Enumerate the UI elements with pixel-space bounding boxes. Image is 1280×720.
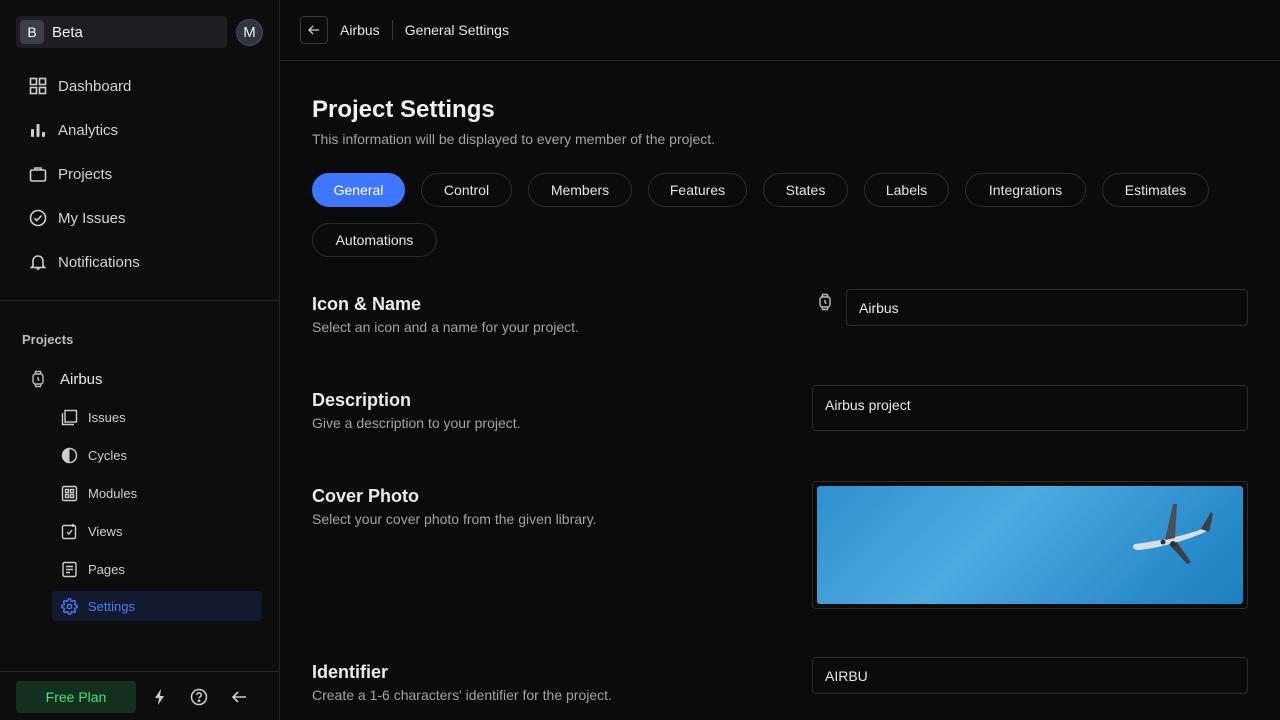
icon-name-title: Icon & Name bbox=[312, 294, 422, 314]
sidebar-item-label: Settings bbox=[88, 598, 135, 614]
tab-members[interactable]: Members bbox=[528, 173, 632, 207]
gear-icon bbox=[60, 597, 78, 615]
nav-label: Notifications bbox=[58, 253, 140, 271]
breadcrumb-page: General Settings bbox=[404, 22, 509, 38]
sidebar-item-label: Views bbox=[88, 523, 123, 539]
workspace-row: B Beta M bbox=[16, 16, 264, 48]
tab-features[interactable]: Features bbox=[648, 173, 747, 207]
identifier-input[interactable]: AIRBU bbox=[812, 657, 1248, 694]
sidebar-footer: Free Plan bbox=[0, 671, 279, 720]
nav-projects[interactable]: Projects bbox=[16, 152, 264, 196]
arrow-left-icon bbox=[308, 25, 319, 35]
cover-photo-picker[interactable] bbox=[812, 481, 1248, 609]
sidebar-item-settings[interactable]: Settings bbox=[52, 591, 262, 621]
cover-photo-image bbox=[817, 486, 1243, 604]
back-button[interactable] bbox=[300, 16, 328, 44]
airplane-icon bbox=[1132, 504, 1213, 564]
icon-name-subtitle: Select an icon and a name for your proje… bbox=[312, 319, 579, 335]
nav-label: Dashboard bbox=[58, 77, 132, 95]
tab-labels[interactable]: Labels bbox=[864, 173, 949, 207]
nav-label: Analytics bbox=[58, 121, 119, 139]
description-title: Description bbox=[312, 390, 412, 410]
nav-label: My Issues bbox=[58, 209, 126, 227]
project-airbus[interactable]: Airbus bbox=[28, 368, 103, 390]
tab-automations[interactable]: Automations bbox=[312, 223, 437, 257]
tab-states[interactable]: States bbox=[763, 173, 848, 207]
contrast-icon bbox=[60, 446, 78, 464]
user-avatar[interactable]: M bbox=[236, 18, 263, 46]
description-subtitle: Give a description to your project. bbox=[312, 415, 521, 431]
projects-heading: Projects bbox=[22, 332, 74, 347]
identifier-subtitle: Create a 1-6 characters' identifier for … bbox=[312, 687, 612, 703]
project-icon-picker[interactable] bbox=[817, 293, 833, 311]
nav-my-issues[interactable]: My Issues bbox=[16, 196, 264, 240]
watch-icon bbox=[819, 293, 831, 311]
briefcase-icon bbox=[28, 164, 48, 184]
page-title: Project Settings bbox=[312, 96, 495, 123]
identifier-title: Identifier bbox=[312, 662, 389, 682]
watch-icon bbox=[28, 370, 48, 388]
lightning-icon[interactable] bbox=[150, 687, 170, 707]
sidebar-item-label: Issues bbox=[88, 409, 126, 425]
workspace-avatar: B bbox=[20, 20, 44, 44]
sidebar-item-label: Pages bbox=[88, 561, 125, 577]
workspace-name: Beta bbox=[52, 23, 83, 41]
breadcrumb-divider bbox=[391, 20, 393, 40]
grid-icon bbox=[28, 76, 48, 96]
sidebar-item-label: Modules bbox=[88, 485, 138, 501]
tab-general[interactable]: General bbox=[312, 173, 405, 207]
tab-estimates[interactable]: Estimates bbox=[1102, 173, 1209, 207]
project-name: Airbus bbox=[60, 370, 103, 388]
check-circle-icon bbox=[28, 208, 48, 228]
sidebar: B Beta M Dashboard Analytics Projects My… bbox=[0, 0, 280, 720]
cover-photo-title: Cover Photo bbox=[312, 486, 420, 506]
sidebar-item-issues[interactable]: Issues bbox=[52, 402, 262, 432]
page-icon bbox=[60, 560, 78, 578]
workspace-switcher[interactable]: B Beta bbox=[16, 16, 227, 48]
sidebar-item-label: Cycles bbox=[88, 447, 128, 463]
page-subtitle: This information will be displayed to ev… bbox=[312, 131, 716, 147]
sidebar-item-views[interactable]: Views bbox=[52, 516, 262, 546]
sidebar-item-pages[interactable]: Pages bbox=[52, 554, 262, 584]
project-name-input[interactable]: Airbus bbox=[846, 289, 1248, 326]
modules-grid-icon bbox=[60, 484, 78, 502]
description-textarea[interactable]: Airbus project bbox=[812, 385, 1248, 431]
tab-integrations[interactable]: Integrations bbox=[965, 173, 1086, 207]
sidebar-item-cycles[interactable]: Cycles bbox=[52, 440, 262, 470]
nav-dashboard[interactable]: Dashboard bbox=[16, 64, 264, 108]
nav-label: Projects bbox=[58, 165, 113, 183]
collapse-sidebar-icon[interactable] bbox=[229, 687, 249, 707]
tab-control[interactable]: Control bbox=[421, 173, 512, 207]
sidebar-divider bbox=[0, 300, 279, 301]
help-icon[interactable] bbox=[189, 687, 209, 707]
cover-photo-subtitle: Select your cover photo from the given l… bbox=[312, 511, 597, 527]
free-plan-button[interactable]: Free Plan bbox=[16, 681, 136, 713]
breadcrumb-project[interactable]: Airbus bbox=[340, 22, 380, 38]
top-header: Airbus General Settings bbox=[280, 0, 1280, 61]
nav-notifications[interactable]: Notifications bbox=[16, 240, 264, 284]
nav-analytics[interactable]: Analytics bbox=[16, 108, 264, 152]
bell-icon bbox=[28, 252, 48, 272]
layers-icon bbox=[60, 408, 78, 426]
sidebar-item-modules[interactable]: Modules bbox=[52, 478, 262, 508]
main-nav: Dashboard Analytics Projects My Issues N… bbox=[16, 64, 264, 284]
views-icon bbox=[60, 522, 78, 540]
bar-chart-icon bbox=[28, 120, 48, 140]
